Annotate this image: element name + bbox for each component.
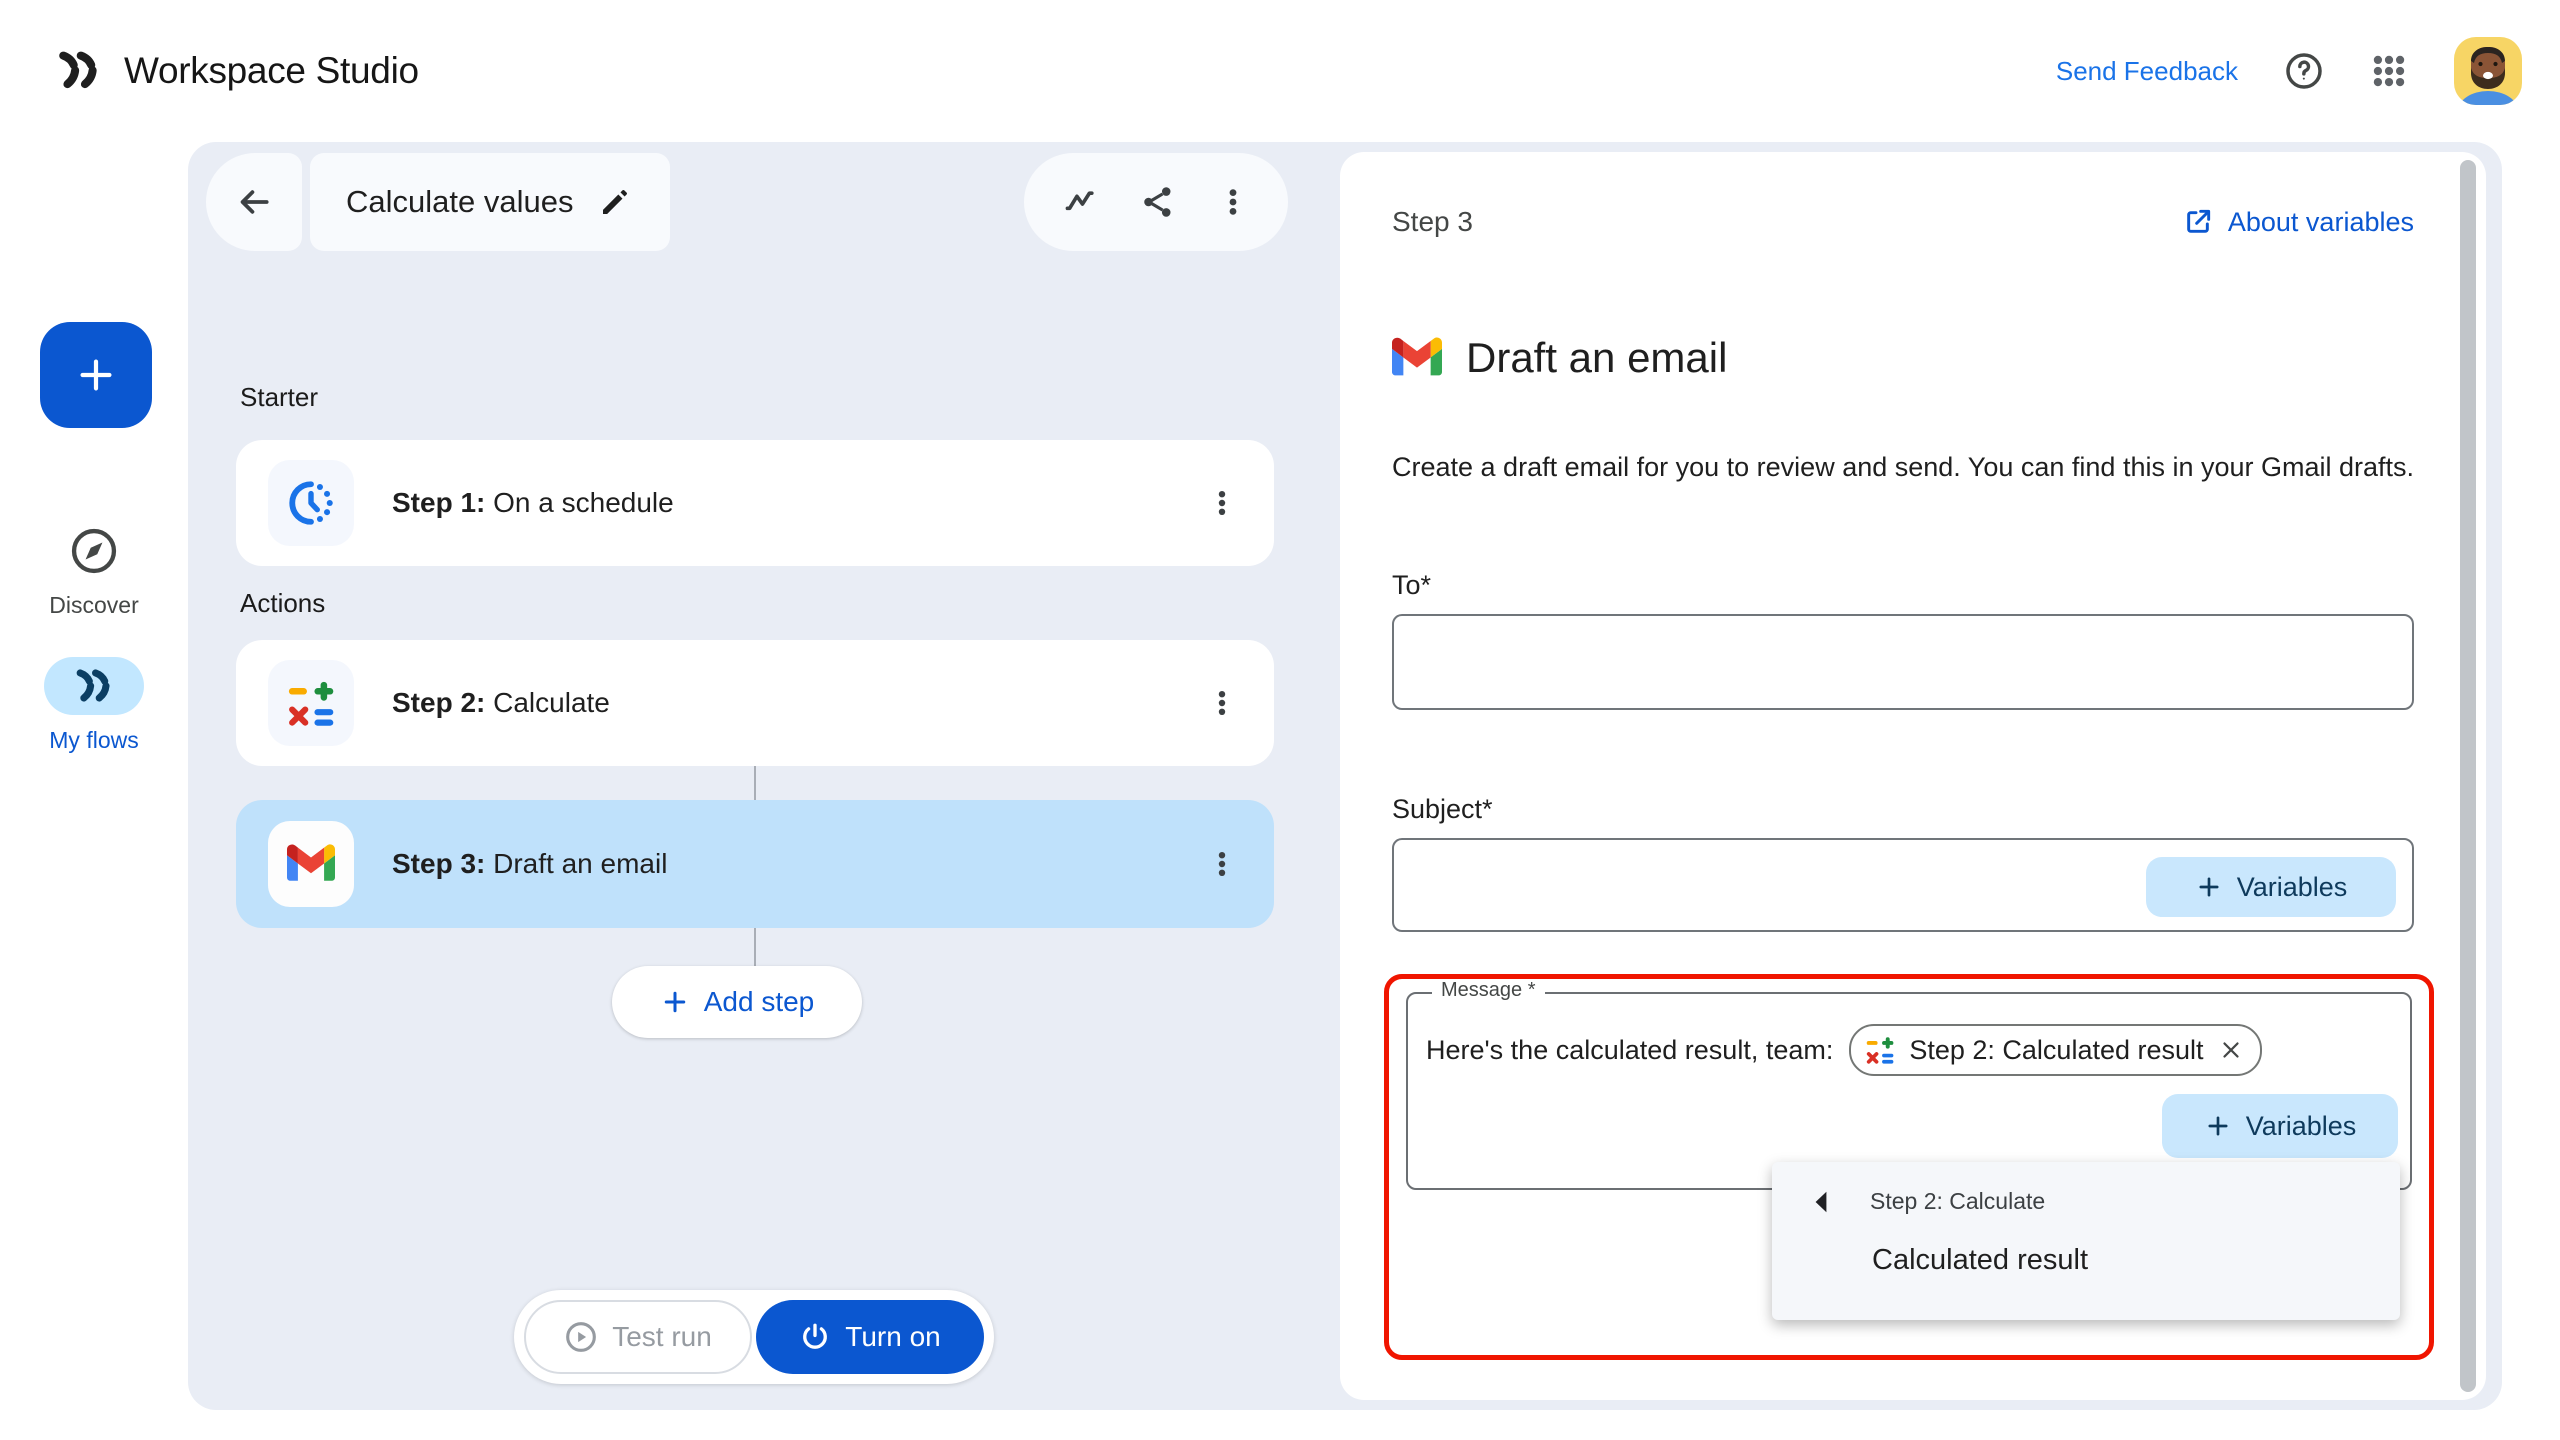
step-connector (754, 928, 756, 966)
flows-icon (44, 657, 144, 715)
flow-title-bar: Calculate values (310, 153, 670, 251)
message-text: Here's the calculated result, team: (1426, 1035, 1833, 1066)
calculate-icon (1865, 1035, 1895, 1065)
workspace-studio-logo-icon (56, 50, 102, 92)
step-label: Step 3: Draft an email (392, 848, 667, 880)
play-circle-icon (564, 1320, 598, 1354)
test-run-label: Test run (612, 1321, 712, 1353)
flow-workspace: Calculate values Starter (188, 142, 2502, 1410)
left-rail: Discover My flows (0, 142, 188, 1440)
step-label: Step 2: Calculate (392, 687, 610, 719)
add-step-label: Add step (704, 986, 815, 1018)
editor-scrollbar[interactable] (2460, 160, 2476, 1392)
step-heading: Step 3 (1392, 206, 1473, 238)
test-run-button[interactable]: Test run (524, 1300, 752, 1374)
step-card-2[interactable]: Step 2: Calculate (236, 640, 1274, 766)
to-input[interactable] (1392, 614, 2414, 710)
starter-section-label: Starter (240, 382, 318, 413)
dropdown-item-calculated-result[interactable]: Calculated result (1872, 1244, 2088, 1277)
flow-action-bar: Test run Turn on (514, 1290, 994, 1384)
add-step-button[interactable]: Add step (612, 966, 862, 1038)
step-connector (754, 766, 756, 800)
share-icon[interactable] (1139, 183, 1177, 221)
variables-label: Variables (2237, 872, 2348, 903)
variables-label: Variables (2246, 1111, 2357, 1142)
step-card-1[interactable]: Step 1: On a schedule (236, 440, 1274, 566)
back-button[interactable] (206, 153, 302, 251)
subject-field-label: Subject* (1392, 794, 1493, 825)
edit-title-pencil-icon[interactable] (599, 186, 631, 218)
close-icon[interactable] (2218, 1037, 2244, 1063)
actions-section-label: Actions (240, 588, 325, 619)
avatar[interactable] (2454, 37, 2522, 105)
to-field-label: To* (1392, 570, 1431, 601)
schedule-icon (268, 460, 354, 546)
help-icon[interactable] (2284, 51, 2324, 91)
editor-title-row: Draft an email (1392, 334, 1727, 382)
message-variables-button[interactable]: Variables (2162, 1094, 2398, 1158)
action-description: Create a draft email for you to review a… (1392, 446, 2436, 488)
editor-header: Step 3 About variables (1392, 206, 2414, 238)
step-label: Step 1: On a schedule (392, 487, 674, 519)
step-menu-icon[interactable] (1206, 687, 1238, 719)
top-bar: Workspace Studio Send Feedback (0, 0, 2560, 142)
message-content: Here's the calculated result, team: (1426, 1024, 2262, 1076)
turn-on-button[interactable]: Turn on (756, 1300, 984, 1374)
sidebar-item-my-flows[interactable]: My flows (0, 657, 188, 754)
gmail-icon (268, 821, 354, 907)
step-editor-panel: Step 3 About variables (1340, 152, 2486, 1400)
variable-chip[interactable]: Step 2: Calculated result (1849, 1024, 2261, 1076)
sidebar-item-label: Discover (49, 592, 138, 619)
calculate-icon (268, 660, 354, 746)
send-feedback-link[interactable]: Send Feedback (2056, 56, 2238, 87)
app-title: Workspace Studio (124, 50, 419, 92)
step-menu-icon[interactable] (1206, 848, 1238, 880)
about-variables-label: About variables (2228, 207, 2414, 238)
back-arrow-icon (235, 183, 273, 221)
turn-on-label: Turn on (845, 1321, 940, 1353)
more-options-icon[interactable] (1216, 185, 1250, 219)
subject-variables-button[interactable]: Variables (2146, 857, 2396, 917)
plus-icon (73, 352, 119, 398)
power-icon (799, 1321, 831, 1353)
message-field-label: Message * (1432, 979, 1545, 1002)
plus-icon (660, 987, 690, 1017)
topbar-actions: Send Feedback (2056, 37, 2522, 105)
variable-chip-label: Step 2: Calculated result (1909, 1035, 2203, 1066)
compass-icon (44, 522, 144, 580)
variables-dropdown: Step 2: Calculate Calculated result (1772, 1162, 2400, 1320)
activity-icon[interactable] (1063, 183, 1101, 221)
sidebar-item-discover[interactable]: Discover (0, 522, 188, 619)
gmail-icon (1392, 337, 1442, 379)
back-triangle-icon (1812, 1190, 1830, 1214)
plus-icon (2195, 873, 2223, 901)
dropdown-back-header[interactable]: Step 2: Calculate (1812, 1188, 2045, 1215)
dropdown-header-label: Step 2: Calculate (1870, 1188, 2045, 1215)
new-flow-button[interactable] (40, 322, 152, 428)
action-title: Draft an email (1466, 334, 1727, 382)
flow-toolbar (1024, 153, 1288, 251)
flow-title: Calculate values (346, 184, 573, 220)
subject-input[interactable]: Variables (1392, 838, 2414, 932)
about-variables-link[interactable]: About variables (2182, 206, 2414, 238)
message-input[interactable]: Message * Here's the calculated result, … (1406, 992, 2412, 1190)
step-menu-icon[interactable] (1206, 487, 1238, 519)
external-link-icon (2182, 206, 2214, 238)
step-card-3-selected[interactable]: Step 3: Draft an email (236, 800, 1274, 928)
plus-icon (2204, 1112, 2232, 1140)
apps-grid-icon[interactable] (2370, 52, 2408, 90)
sidebar-item-label: My flows (49, 727, 138, 754)
